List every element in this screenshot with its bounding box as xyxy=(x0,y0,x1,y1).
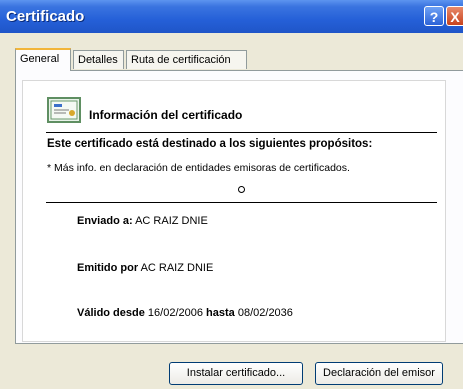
purposes-note: * Más info. en declaración de entidades … xyxy=(47,162,350,174)
issued-by-label: Emitido por xyxy=(77,262,139,274)
tab-label: Ruta de certificación xyxy=(131,54,231,66)
tab-certification-path[interactable]: Ruta de certificación xyxy=(126,50,247,69)
certificate-dialog: Certificado ? X General Detalles Ruta de… xyxy=(0,0,463,389)
tab-label: Detalles xyxy=(78,54,118,66)
close-button[interactable]: X xyxy=(446,6,463,26)
issued-to-row: Enviado a: AC RAIZ DNIE xyxy=(77,215,208,227)
validity-row: Válido desde 16/02/2006 hasta 08/02/2036 xyxy=(77,307,293,319)
purposes-heading: Este certificado está destinado a los si… xyxy=(47,138,373,150)
issued-to-value: AC RAIZ DNIE xyxy=(135,215,208,227)
title-bar[interactable]: Certificado ? X xyxy=(0,0,463,33)
info-header: Información del certificado xyxy=(89,108,243,122)
divider xyxy=(46,202,437,203)
issued-by-value: AC RAIZ DNIE xyxy=(140,262,214,274)
help-icon: ? xyxy=(429,9,439,25)
help-button[interactable]: ? xyxy=(424,6,444,26)
window-title: Certificado xyxy=(6,8,85,25)
divider xyxy=(46,132,437,133)
issued-by-row: Emitido por AC RAIZ DNIE xyxy=(77,262,213,274)
install-certificate-button[interactable]: Instalar certificado... xyxy=(169,362,303,385)
certificate-icon xyxy=(47,97,81,123)
valid-from-label: Válido desde xyxy=(77,307,145,319)
issuer-statement-button[interactable]: Declaración del emisor xyxy=(315,362,443,385)
valid-to-value: 08/02/2036 xyxy=(237,307,293,319)
tab-general[interactable]: General xyxy=(15,48,71,71)
close-icon: X xyxy=(450,9,460,25)
issued-to-label: Enviado a: xyxy=(77,215,133,227)
tab-label: General xyxy=(20,53,60,65)
valid-to-label: hasta xyxy=(206,307,235,319)
valid-from-value: 16/02/2006 xyxy=(147,307,203,319)
tab-details[interactable]: Detalles xyxy=(73,50,124,69)
bullet-circle xyxy=(238,186,245,193)
